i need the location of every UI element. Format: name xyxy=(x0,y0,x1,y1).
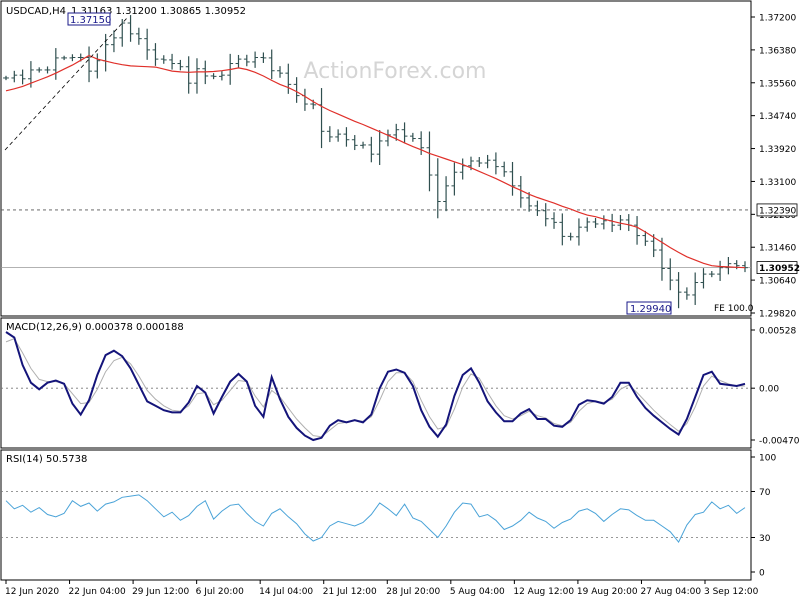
macd-y-tick-label: -0.004701 xyxy=(759,437,800,447)
price-y-tick-label: 1.37200 xyxy=(759,14,796,24)
time-tick-label: 21 Jul 12:00 xyxy=(323,587,377,597)
macd-y-tick-label: 0.00 xyxy=(759,385,779,395)
macd-y-axis: 0.00528 0.00 -0.004701 xyxy=(751,327,800,447)
rsi-y-tick-label: 30 xyxy=(759,534,771,544)
rsi-y-tick-label: 100 xyxy=(759,454,776,464)
rsi-y-tick-label: 0 xyxy=(759,569,765,579)
high-label: 1.37150 xyxy=(70,15,111,26)
price-y-tick-label: 1.31460 xyxy=(759,244,796,254)
rsi-y-tick-label: 70 xyxy=(759,488,771,498)
time-tick-label: 19 Aug 20:00 xyxy=(577,587,638,597)
low-label: 1.29940 xyxy=(630,304,671,315)
price-y-tick-label: 1.33920 xyxy=(759,145,796,155)
price-y-tick-label: 1.30640 xyxy=(759,277,796,287)
time-tick-label: 29 Jun 12:00 xyxy=(132,587,189,597)
time-tick-label: 27 Aug 04:00 xyxy=(640,587,701,597)
price-y-axis: 1.37200 1.36380 1.35560 1.34740 1.33920 1.331… xyxy=(751,14,800,320)
rsi-panel: RSI(14) 50.5738 100 70 30 0 xyxy=(0,449,776,581)
rsi-y-axis: 100 70 30 0 xyxy=(751,454,776,579)
price-panel: ActionForex.com USDCAD,H4 1.31163 1.3120… xyxy=(0,0,800,320)
macd-y-tick-label: 0.00528 xyxy=(759,327,796,337)
chart-canvas: ActionForex.com USDCAD,H4 1.31163 1.3120… xyxy=(0,0,800,597)
fe-label: FE 100.0 xyxy=(714,304,754,314)
time-tick-label: 28 Jul 20:00 xyxy=(386,587,440,597)
price-title: USDCAD,H4 xyxy=(6,6,66,17)
price-y-tick-label: 1.29820 xyxy=(759,310,796,320)
resistance-level-label: 1.32390 xyxy=(759,206,796,216)
time-tick-label: 5 Aug 04:00 xyxy=(450,587,505,597)
watermark: ActionForex.com xyxy=(304,59,487,84)
time-tick-label: 6 Jul 20:00 xyxy=(196,587,245,597)
price-y-tick-label: 1.36380 xyxy=(759,46,796,56)
price-y-tick-label: 1.33100 xyxy=(759,178,796,188)
rsi-title: RSI(14) 50.5738 xyxy=(6,454,87,465)
price-y-tick-label: 1.35560 xyxy=(759,79,796,89)
time-tick-label: 22 Jun 04:00 xyxy=(69,587,126,597)
time-axis: 12 Jun 2020 22 Jun 04:00 29 Jun 12:00 6 Jul… xyxy=(5,580,759,597)
price-y-tick-label: 1.34740 xyxy=(759,112,796,122)
time-tick-label: 14 Jul 04:00 xyxy=(259,587,313,597)
time-tick-label: 3 Sep 12:00 xyxy=(704,587,759,597)
macd-panel: MACD(12,26,9) 0.000378 0.000188 0.005280… xyxy=(0,317,800,449)
current-price-label: 1.30952 xyxy=(759,264,800,274)
rsi-panel-frame xyxy=(0,449,752,581)
time-tick-label: 12 Jun 2020 xyxy=(5,587,59,597)
macd-panel-frame xyxy=(0,317,752,449)
macd-title: MACD(12,26,9) 0.000378 0.000188 xyxy=(6,322,184,333)
time-tick-label: 12 Aug 12:00 xyxy=(513,587,574,597)
